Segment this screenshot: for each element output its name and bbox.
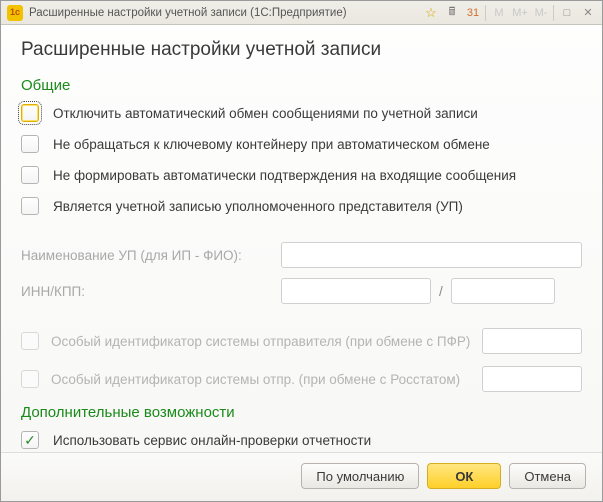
inn-input[interactable] — [281, 278, 431, 304]
maximize-icon: □ — [564, 7, 571, 19]
memory-m-button[interactable]: M — [489, 4, 509, 22]
kpp-input[interactable] — [451, 278, 555, 304]
button-bar: По умолчанию ОК Отмена — [1, 452, 602, 501]
slash-separator: / — [437, 284, 445, 299]
option-label: Не обращаться к ключевому контейнеру при… — [53, 137, 490, 152]
option-no-auto-confirm[interactable]: ✓ Не формировать автоматически подтвержд… — [21, 166, 582, 184]
field-label: ИНН/КПП: — [21, 284, 281, 299]
checkbox[interactable]: ✓ — [21, 197, 39, 215]
option-no-key-container[interactable]: ✓ Не обращаться к ключевому контейнеру п… — [21, 135, 582, 153]
field-label: Наименование УП (для ИП - ФИО): — [21, 248, 281, 263]
sender-id-rosstat-input[interactable] — [482, 366, 582, 392]
sender-id-pfr-input[interactable] — [482, 328, 582, 354]
option-label: Использовать сервис онлайн-проверки отче… — [53, 433, 371, 448]
section-title-additional: Дополнительные возможности — [21, 404, 582, 421]
checkmark-icon: ✓ — [24, 433, 36, 447]
favorite-button[interactable]: ☆ — [421, 4, 441, 22]
calendar-button[interactable]: 31 — [463, 4, 483, 22]
title-bar: 1c Расширенные настройки учетной записи … — [1, 1, 602, 25]
calculator-icon: 🖩 — [449, 3, 456, 22]
section-title-general: Общие — [21, 77, 582, 94]
option-label: Особый идентификатор системы отправителя… — [51, 334, 482, 349]
option-sender-id-pfr: ✓ Особый идентификатор системы отправите… — [21, 328, 582, 354]
titlebar-divider — [553, 5, 554, 21]
option-label: Особый идентификатор системы отпр. (при … — [51, 372, 482, 387]
calculator-button[interactable]: 🖩 — [442, 4, 462, 22]
checkbox: ✓ — [21, 370, 39, 388]
calendar-icon: 31 — [467, 7, 479, 19]
field-inn-kpp: ИНН/КПП: / — [21, 278, 582, 304]
close-button[interactable]: ✕ — [578, 4, 598, 22]
window-frame: 1c Расширенные настройки учетной записи … — [0, 0, 603, 502]
default-button[interactable]: По умолчанию — [301, 463, 419, 489]
option-use-online-check[interactable]: ✓ Использовать сервис онлайн-проверки от… — [21, 431, 582, 449]
option-sender-id-rosstat: ✓ Особый идентификатор системы отпр. (пр… — [21, 366, 582, 392]
close-icon: ✕ — [583, 6, 592, 19]
page-title: Расширенные настройки учетной записи — [21, 39, 582, 61]
option-label: Является учетной записью уполномоченного… — [53, 199, 463, 214]
option-disable-auto-exchange[interactable]: ✓ Отключить автоматический обмен сообщен… — [21, 104, 582, 122]
star-icon: ☆ — [425, 5, 437, 21]
memory-mminus-button[interactable]: M- — [531, 4, 551, 22]
maximize-button[interactable]: □ — [557, 4, 577, 22]
app-icon: 1c — [7, 5, 23, 21]
checkbox[interactable]: ✓ — [21, 166, 39, 184]
checkbox[interactable]: ✓ — [21, 135, 39, 153]
option-label: Отключить автоматический обмен сообщения… — [53, 106, 478, 121]
cancel-button[interactable]: Отмена — [509, 463, 586, 489]
checkbox: ✓ — [21, 332, 39, 350]
option-is-up-account[interactable]: ✓ Является учетной записью уполномоченно… — [21, 197, 582, 215]
ok-button[interactable]: ОК — [427, 463, 501, 489]
up-name-input[interactable] — [281, 242, 582, 268]
titlebar-divider — [485, 5, 486, 21]
content-area: Расширенные настройки учетной записи Общ… — [1, 25, 602, 452]
window-title: Расширенные настройки учетной записи (1С… — [29, 7, 420, 19]
memory-mplus-button[interactable]: M+ — [510, 4, 530, 22]
checkbox[interactable]: ✓ — [21, 431, 39, 449]
field-up-name: Наименование УП (для ИП - ФИО): — [21, 242, 582, 268]
option-label: Не формировать автоматически подтвержден… — [53, 168, 516, 183]
checkbox[interactable]: ✓ — [21, 104, 39, 122]
